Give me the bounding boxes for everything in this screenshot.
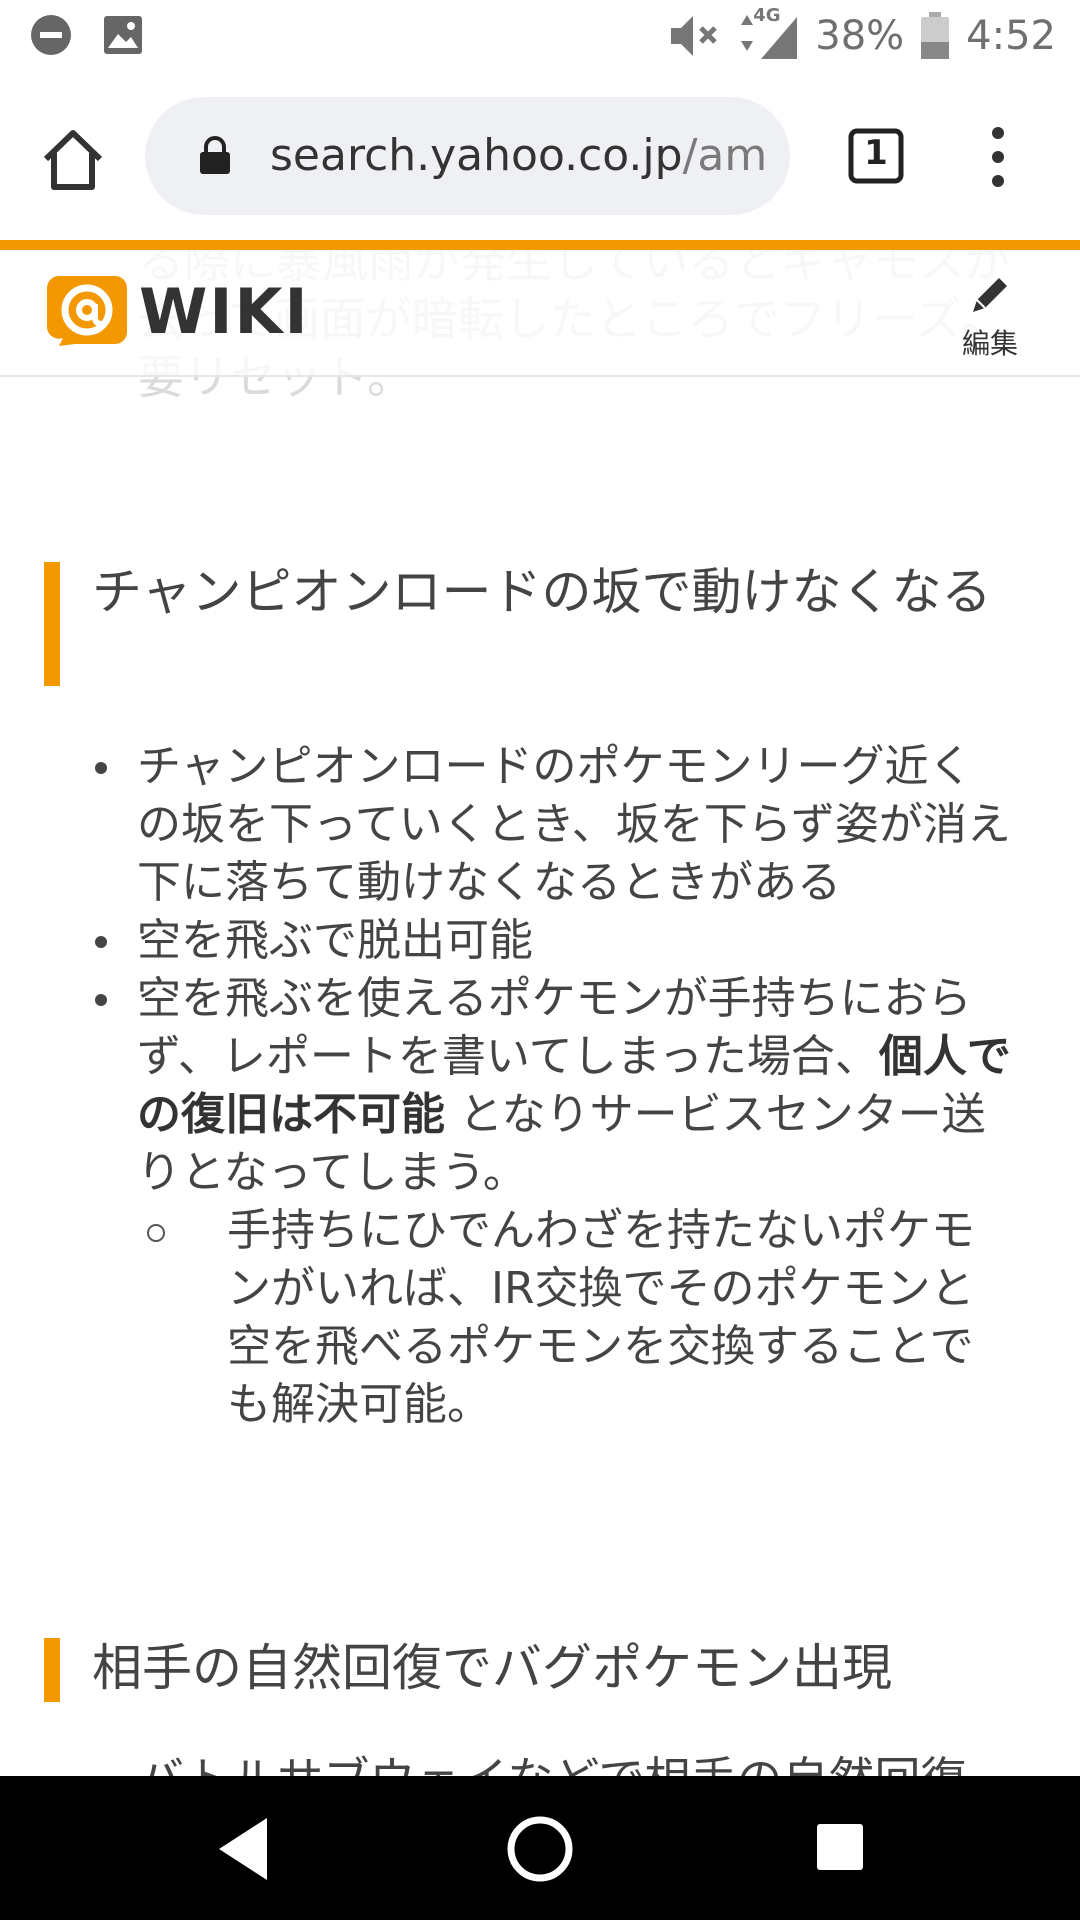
overflow-menu-button[interactable] (978, 125, 1018, 189)
sub-list-item: 手持ちにひでんわざを持たないポケモンがいれば、IR交換でそのポケモンと空を飛べる… (137, 1202, 1015, 1434)
heading-accent-bar (44, 1638, 60, 1702)
data-arrows-icon: 4G (739, 5, 799, 61)
circle-home-icon (507, 1816, 573, 1882)
partial-text: バトルサブウェイなどで相手の自然回復 (138, 1750, 1018, 1776)
clock: 4:52 (966, 13, 1056, 59)
edit-button[interactable]: 編集 (955, 272, 1025, 362)
list-item: 空を飛ぶを使えるポケモンが手持ちにおらず、レポートを書いてしまった場合、個人での… (95, 970, 1015, 1434)
url-text[interactable]: search.yahoo.co.jp/am (270, 130, 775, 184)
image-icon (102, 14, 144, 56)
section-heading-champion-road: チャンピオンロードの坂で動けなくなる (44, 562, 1024, 686)
wiki-header: WIKI 編集 (0, 250, 1080, 377)
atwiki-logo[interactable]: WIKI (45, 274, 310, 348)
page-load-bar (0, 240, 1080, 250)
battery-percent: 38% (815, 13, 905, 59)
web-page: る際に暴風雨が発生しているとギャモスが去って画面が暗転したところでフリーズ。要リ… (0, 250, 1080, 1776)
browser-toolbar: search.yahoo.co.jp/am 1 (0, 70, 1080, 240)
section-title: 相手の自然回復でバグポケモン出現 (92, 1639, 892, 1697)
url-path: /am (682, 130, 768, 181)
logo-text: WIKI (139, 274, 310, 348)
network-type: 4G (753, 5, 781, 26)
edit-label: 編集 (961, 327, 1018, 360)
at-mark-icon (47, 276, 127, 346)
mute-icon (669, 14, 723, 58)
list-item: 空を飛ぶで脱出可能 (95, 912, 1015, 970)
system-nav-bar (0, 1776, 1080, 1920)
url-bar[interactable]: search.yahoo.co.jp/am (145, 97, 790, 215)
list-item-text: 空を飛ぶを使えるポケモンが手持ちにおらず、レポートを書いてしまった場合、 (137, 973, 972, 1082)
battery-icon (920, 12, 950, 60)
sub-list: 手持ちにひでんわざを持たないポケモンがいれば、IR交換でそのポケモンと空を飛べる… (137, 1202, 1015, 1434)
section-title: チャンピオンロードの坂で動けなくなる (92, 563, 992, 621)
more-vert-icon (992, 127, 1004, 187)
pencil-icon (973, 278, 1007, 312)
section-heading-bug-pokemon: 相手の自然回復でバグポケモン出現 (44, 1638, 1024, 1702)
home-button[interactable] (38, 125, 108, 195)
home-icon (43, 130, 103, 190)
tab-switcher-button[interactable]: 1 (848, 128, 904, 184)
status-bar: 4G 38% 4:52 (0, 0, 1080, 70)
list-item: チャンピオンロードのポケモンリーグ近くの坂を下っていくとき、坂を下らず姿が消え下… (95, 738, 1015, 912)
url-host: search.yahoo.co.jp (270, 130, 683, 181)
lock-icon (197, 135, 233, 179)
back-button[interactable] (215, 1814, 271, 1888)
bullet-list: チャンピオンロードのポケモンリーグ近くの坂を下っていくとき、坂を下らず姿が消え下… (95, 738, 1015, 1434)
heading-accent-bar (44, 562, 60, 686)
dnd-icon (30, 14, 72, 56)
home-nav-button[interactable] (505, 1814, 575, 1888)
recents-button[interactable] (817, 1824, 863, 1870)
back-icon (219, 1818, 267, 1880)
tab-count: 1 (864, 133, 888, 173)
